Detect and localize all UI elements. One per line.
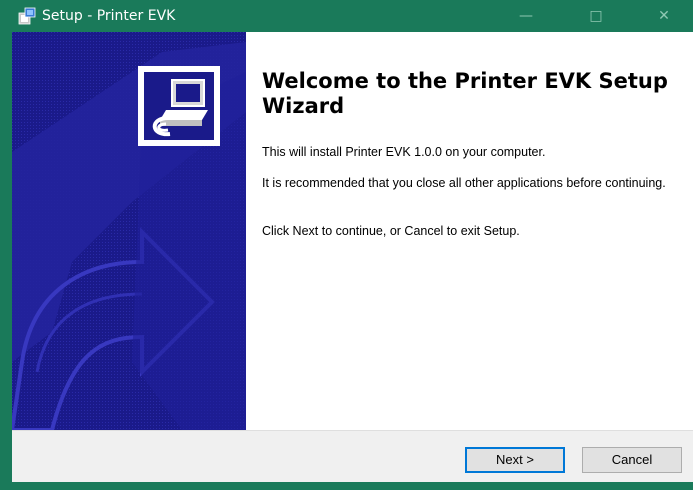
title-bar[interactable]: Setup - Printer EVK — □ ✕ (6, 0, 687, 32)
setup-installer-icon (18, 7, 36, 25)
wizard-button-bar: Next > Cancel (12, 430, 693, 482)
maximize-button[interactable]: □ (573, 0, 619, 32)
window-title: Setup - Printer EVK (42, 8, 176, 24)
wizard-client-area: Welcome to the Printer EVK Setup Wizard … (12, 32, 693, 482)
wizard-sidebar-image (12, 32, 246, 430)
computer-install-icon (144, 72, 214, 140)
setup-window: Setup - Printer EVK — □ ✕ Welcome to the… (0, 0, 693, 490)
install-description: This will install Printer EVK 1.0.0 on y… (262, 145, 546, 159)
next-button[interactable]: Next > (465, 447, 565, 473)
wizard-heading: Welcome to the Printer EVK Setup Wizard (262, 69, 668, 118)
continue-instructions: Click Next to continue, or Cancel to exi… (262, 224, 520, 238)
minimize-button[interactable]: — (503, 0, 549, 32)
cancel-button[interactable]: Cancel (582, 447, 682, 473)
close-apps-recommendation: It is recommended that you close all oth… (262, 176, 666, 190)
wizard-logo (138, 66, 220, 146)
close-button[interactable]: ✕ (641, 0, 687, 32)
wizard-content: Welcome to the Printer EVK Setup Wizard … (246, 32, 693, 430)
